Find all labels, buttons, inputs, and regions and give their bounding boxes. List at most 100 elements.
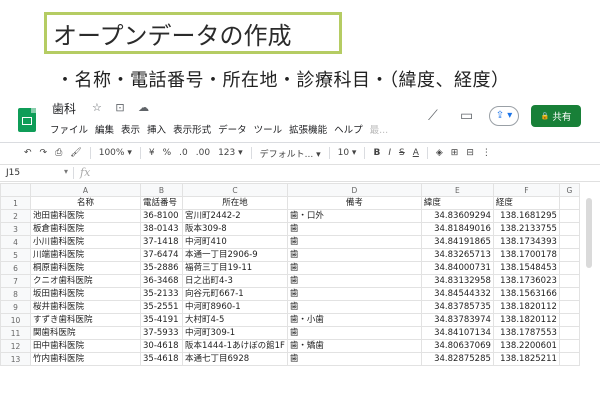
cell[interactable]: 歯 xyxy=(286,287,422,301)
menu-insert[interactable]: 挿入 xyxy=(147,122,166,136)
cell[interactable]: すずき歯科医院 xyxy=(30,313,141,327)
cell[interactable]: 関歯科医院 xyxy=(30,326,141,340)
cell[interactable]: 138.1563166 xyxy=(492,287,560,301)
cell[interactable] xyxy=(558,274,580,288)
comment-icon[interactable]: ▭ xyxy=(460,108,473,124)
cell[interactable]: 田中歯科医院 xyxy=(30,339,141,353)
cell[interactable]: 37-6474 xyxy=(140,248,183,262)
cell[interactable]: 138.1734393 xyxy=(492,235,560,249)
cell[interactable]: 歯 xyxy=(286,261,422,275)
cell[interactable]: 34.81849016 xyxy=(420,222,494,236)
cell[interactable]: 歯 xyxy=(286,222,422,236)
column-header[interactable]: G xyxy=(558,183,580,197)
zoom-select[interactable]: 100% ▾ xyxy=(99,148,132,158)
cell[interactable]: クニオ歯科医院 xyxy=(30,274,141,288)
cell[interactable]: 大村町4-5 xyxy=(182,313,288,327)
row-header[interactable]: 4 xyxy=(0,235,31,249)
cell[interactable]: 歯・小歯 xyxy=(286,313,422,327)
font-size-select[interactable]: 10 ▾ xyxy=(338,148,357,158)
trend-icon[interactable]: ⟋ xyxy=(428,108,438,124)
cell[interactable]: 歯 xyxy=(286,248,422,262)
fill-color-icon[interactable]: ◈ xyxy=(436,148,443,158)
cell[interactable] xyxy=(558,222,580,236)
cell[interactable]: 川端歯科医院 xyxy=(30,248,141,262)
more-formats-select[interactable]: 123 ▾ xyxy=(218,148,243,158)
cell[interactable]: 宮川町2442-2 xyxy=(182,209,288,223)
cell[interactable] xyxy=(558,196,580,210)
cell[interactable]: 138.1681295 xyxy=(492,209,560,223)
cell[interactable]: 138.1787553 xyxy=(492,326,560,340)
row-header[interactable]: 1 xyxy=(0,196,31,210)
cell[interactable]: 36-8100 xyxy=(140,209,183,223)
row-header[interactable]: 12 xyxy=(0,339,31,353)
column-header[interactable]: E xyxy=(420,183,494,197)
row-header[interactable]: 10 xyxy=(0,313,31,327)
cell[interactable]: 坂田歯科医院 xyxy=(30,287,141,301)
undo-icon[interactable]: ↶ xyxy=(24,148,32,158)
cell[interactable]: 34.83265713 xyxy=(420,248,494,262)
cell[interactable]: 37-1418 xyxy=(140,235,183,249)
cell[interactable]: 向谷元町667-1 xyxy=(182,287,288,301)
cell[interactable] xyxy=(558,300,580,314)
cell[interactable]: 桜井歯科医院 xyxy=(30,300,141,314)
borders-icon[interactable]: ⊞ xyxy=(451,148,459,158)
cell[interactable]: 34.83132958 xyxy=(420,274,494,288)
menu-tools[interactable]: ツール xyxy=(254,122,283,136)
row-header[interactable]: 11 xyxy=(0,326,31,340)
document-title[interactable]: 歯科 xyxy=(52,100,76,117)
row-header[interactable]: 6 xyxy=(0,261,31,275)
column-header[interactable]: C xyxy=(182,183,288,197)
percent-format-button[interactable]: % xyxy=(163,148,172,158)
cell[interactable]: 本通七丁目6928 xyxy=(182,352,288,366)
menu-edit[interactable]: 編集 xyxy=(95,122,114,136)
sheets-logo-icon[interactable] xyxy=(18,108,36,132)
cell[interactable]: 小川歯科医院 xyxy=(30,235,141,249)
cell[interactable]: 138.1820112 xyxy=(492,300,560,314)
cell[interactable]: 34.82875285 xyxy=(420,352,494,366)
italic-button[interactable]: I xyxy=(388,148,391,158)
cell[interactable]: 中河町410 xyxy=(182,235,288,249)
cell[interactable]: 138.1825211 xyxy=(492,352,560,366)
cell[interactable] xyxy=(558,352,580,366)
bold-button[interactable]: B xyxy=(373,148,380,158)
cell[interactable]: 歯・口外 xyxy=(286,209,422,223)
cell[interactable]: 中河町8960-1 xyxy=(182,300,288,314)
cell[interactable]: 板倉歯科医院 xyxy=(30,222,141,236)
cell[interactable]: 歯 xyxy=(286,352,422,366)
text-color-button[interactable]: A xyxy=(413,148,419,158)
cell[interactable]: 34.83609294 xyxy=(420,209,494,223)
cell[interactable]: 138.1548453 xyxy=(492,261,560,275)
menu-help[interactable]: ヘルプ xyxy=(334,122,363,136)
cell-reference-box[interactable]: J15 xyxy=(6,168,20,178)
cell[interactable]: 34.84107134 xyxy=(420,326,494,340)
cell[interactable]: 38-0143 xyxy=(140,222,183,236)
row-header[interactable]: 2 xyxy=(0,209,31,223)
share-dropdown-button[interactable]: ⇪ ▾ xyxy=(489,106,519,126)
cell[interactable] xyxy=(558,248,580,262)
cell[interactable]: 歯 xyxy=(286,235,422,249)
title-action-icons[interactable]: ☆ ⊡ ☁ xyxy=(92,101,154,114)
row-header[interactable]: 5 xyxy=(0,248,31,262)
currency-format-button[interactable]: ¥ xyxy=(149,148,155,158)
cell[interactable]: 34.84000731 xyxy=(420,261,494,275)
chevron-down-icon[interactable]: ▾ xyxy=(64,167,68,176)
cell[interactable]: 中河町309-1 xyxy=(182,326,288,340)
cell[interactable] xyxy=(558,261,580,275)
cell[interactable]: 福荷三丁目19-11 xyxy=(182,261,288,275)
cell[interactable]: 34.83785735 xyxy=(420,300,494,314)
cell[interactable]: 備考 xyxy=(286,196,422,210)
menu-view[interactable]: 表示 xyxy=(121,122,140,136)
cell[interactable]: 歯 xyxy=(286,274,422,288)
cell[interactable]: 経度 xyxy=(492,196,560,210)
cell[interactable] xyxy=(558,313,580,327)
cell[interactable] xyxy=(558,287,580,301)
cell[interactable]: 34.80637069 xyxy=(420,339,494,353)
cell[interactable]: 35-2886 xyxy=(140,261,183,275)
row-header[interactable]: 3 xyxy=(0,222,31,236)
cell[interactable]: 35-4618 xyxy=(140,352,183,366)
cell[interactable]: 35-2551 xyxy=(140,300,183,314)
decrease-decimal-button[interactable]: .0 xyxy=(179,148,188,158)
cell[interactable]: 34.83783974 xyxy=(420,313,494,327)
cell[interactable]: 36-3468 xyxy=(140,274,183,288)
increase-decimal-button[interactable]: .00 xyxy=(196,148,210,158)
